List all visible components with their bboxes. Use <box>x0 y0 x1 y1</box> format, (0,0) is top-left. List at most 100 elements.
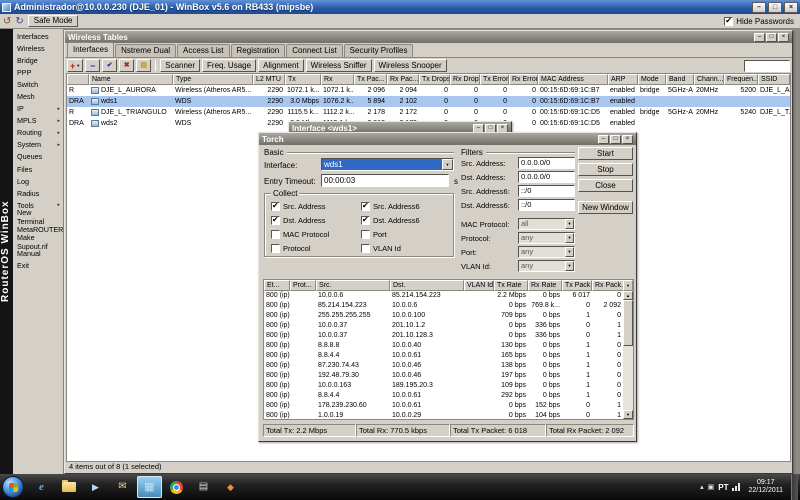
torch-row[interactable]: 800 (ip) 8.8.4.4 10.0.0.61 165 bps 0 bps… <box>264 351 623 361</box>
sidebar-item[interactable]: PPP ▸ <box>13 66 63 78</box>
column-header[interactable]: Tx <box>285 74 321 85</box>
column-header[interactable]: Rx Rate <box>528 280 562 291</box>
collect-checkbox[interactable]: ✔ VLAN Id <box>361 244 420 253</box>
torch-row[interactable]: 800 (ip) 10.0.0.6 85.214.154.223 2.2 Mbp… <box>264 291 623 301</box>
app-titlebar[interactable]: Administrador@10.0.0.230 (DJE_01) - WinB… <box>0 0 800 14</box>
start-button[interactable] <box>2 476 24 498</box>
sidebar-item[interactable]: Switch ▸ <box>13 78 63 90</box>
torch-row[interactable]: 800 (ip) 8.8.4.4 10.0.0.61 292 bps 0 bps… <box>264 391 623 401</box>
maximize-button[interactable]: □ <box>766 33 777 42</box>
filter-field[interactable]: 0.0.0.0/0 ▼ <box>518 157 575 169</box>
taskbar-app[interactable]: ◆ <box>218 476 243 498</box>
tab[interactable]: Registration <box>231 44 286 57</box>
dropdown-arrow-icon[interactable]: ▼ <box>565 261 574 271</box>
action-button[interactable]: Stop <box>578 163 633 176</box>
collect-checkbox[interactable]: ✔ Dst. Address <box>271 216 329 225</box>
tab[interactable]: Nstreme Dual <box>115 44 176 57</box>
column-header[interactable]: ARP <box>608 74 638 85</box>
column-header[interactable]: Band <box>666 74 694 85</box>
filter-field[interactable]: ::/0 ▼ <box>518 199 575 211</box>
remove-icon[interactable]: − ▼ <box>85 59 100 72</box>
toolbar-button[interactable]: Scanner <box>160 59 200 72</box>
torch-row[interactable]: 800 (ip) 85.214.154.223 10.0.0.6 0 bps 7… <box>264 301 623 311</box>
action-button[interactable]: Start <box>578 147 633 160</box>
collect-checkbox[interactable]: ✔ Protocol <box>271 244 329 253</box>
collect-checkbox[interactable]: ✔ Src. Address <box>271 202 329 211</box>
sidebar-item[interactable]: Exit ▸ <box>13 260 63 272</box>
sidebar-item[interactable]: New Terminal ▸ <box>13 211 63 223</box>
column-header[interactable]: Tx Pac... <box>354 74 387 85</box>
torch-row[interactable]: 800 (ip) 255.255.255.255 10.0.0.100 709 … <box>264 311 623 321</box>
interface-combobox[interactable]: wds1 ▼ <box>321 158 454 171</box>
enable-icon[interactable]: ✔ ▼ <box>102 59 117 72</box>
dropdown-arrow-icon[interactable]: ▼ <box>565 219 574 229</box>
safe-mode-button[interactable]: Safe Mode <box>28 15 79 27</box>
sidebar-item[interactable]: Interfaces ▸ <box>13 30 63 42</box>
sidebar-item[interactable]: Wireless ▸ <box>13 42 63 54</box>
taskbar-app[interactable]: ✉ <box>110 476 135 498</box>
column-header[interactable]: Chann... <box>694 74 724 85</box>
maximize-button[interactable]: □ <box>768 2 782 13</box>
scroll-up-icon[interactable]: ▲ <box>623 291 633 300</box>
comment-icon[interactable]: ▤ ▼ <box>136 59 151 72</box>
toolbar-button[interactable]: Wireless Snooper <box>374 59 447 72</box>
sidebar-item[interactable]: Make Supout.rif ▸ <box>13 236 63 248</box>
dropdown-arrow-icon[interactable]: ▼ <box>565 247 574 257</box>
column-header[interactable]: Name <box>89 74 173 85</box>
clock[interactable]: 09:17 22/12/2011 <box>748 479 783 495</box>
vertical-scrollbar[interactable]: ▲ ▼ <box>623 291 633 419</box>
sidebar-item[interactable]: Queues ▸ <box>13 151 63 163</box>
taskbar-app[interactable]: ▶ <box>83 476 108 498</box>
column-header[interactable]: Src. <box>316 280 390 291</box>
dropdown-arrow-icon[interactable]: ▼ <box>442 159 453 170</box>
tab[interactable]: Interfaces <box>67 42 114 57</box>
column-header[interactable]: Et... <box>264 280 290 291</box>
disable-icon[interactable]: ✖ ▼ <box>119 59 134 72</box>
taskbar-app[interactable]: ▦ <box>137 476 162 498</box>
table-row[interactable]: R DJE_L_AURORA Wireless (Atheros AR5... … <box>67 85 790 96</box>
tab[interactable]: Access List <box>177 44 229 57</box>
column-header[interactable]: Tx Pack... <box>562 280 592 291</box>
toolbar-button[interactable]: Wireless Sniffer <box>306 59 372 72</box>
sidebar-item[interactable]: Routing ▸ <box>13 127 63 139</box>
maximize-button[interactable]: □ <box>610 135 621 144</box>
scroll-down-icon[interactable]: ▼ <box>623 410 633 419</box>
table-row[interactable]: DRA wds1 WDS 2290 3.0 Mbps 1076.2 k... 5… <box>67 96 790 107</box>
torch-row[interactable]: 800 (ip) 10.0.0.37 201.10.128.3 0 bps 33… <box>264 331 623 341</box>
column-config-icon[interactable]: ▼ <box>623 280 633 291</box>
sidebar-item[interactable]: IP ▸ <box>13 103 63 115</box>
add-icon[interactable]: + ▼ <box>67 59 83 72</box>
action-button[interactable]: New Window <box>578 201 633 214</box>
show-hidden-icons-arrow[interactable]: ▴ <box>700 483 704 491</box>
filter-field[interactable]: 0.0.0.0/0 ▼ <box>518 171 575 183</box>
collect-checkbox[interactable]: ✔ Src. Address6 <box>361 202 420 211</box>
minimize-button[interactable]: – <box>754 33 765 42</box>
column-header[interactable]: Dst. <box>390 280 464 291</box>
torch-row[interactable]: 800 (ip) 10.0.0.37 201.10.1.2 0 bps 336 … <box>264 321 623 331</box>
sidebar-item[interactable]: Bridge ▸ <box>13 54 63 66</box>
network-icon[interactable] <box>732 483 740 491</box>
close-button[interactable]: × <box>622 135 633 144</box>
tab[interactable]: Connect List <box>286 44 342 57</box>
collect-checkbox[interactable]: ✔ Dst. Address6 <box>361 216 420 225</box>
toolbar-button[interactable]: Freq. Usage <box>202 59 256 72</box>
column-header[interactable]: Rx Errors <box>509 74 538 85</box>
scrollbar-track[interactable] <box>623 346 633 410</box>
entry-timeout-input[interactable]: 00:00:03 <box>321 174 449 187</box>
column-header[interactable]: Tx Rate <box>494 280 528 291</box>
column-header[interactable]: Prot... <box>290 280 316 291</box>
column-header[interactable]: Frequen... <box>724 74 758 85</box>
filter-field[interactable]: any ▼ <box>518 260 575 272</box>
minimize-button[interactable]: – <box>598 135 609 144</box>
scrollbar-thumb[interactable] <box>623 300 633 346</box>
filter-field[interactable]: any ▼ <box>518 246 575 258</box>
action-button[interactable]: Close <box>578 179 633 192</box>
close-button[interactable]: × <box>784 2 798 13</box>
hide-passwords-checkbox[interactable]: ✔ <box>724 17 733 26</box>
torch-row[interactable]: 800 (ip) 1.0.0.19 10.0.0.29 0 bps 104 bp… <box>264 411 623 421</box>
minimize-button[interactable]: – <box>752 2 766 13</box>
torch-titlebar[interactable]: Torch – □ × <box>259 133 636 145</box>
tab[interactable]: Security Profiles <box>344 44 414 57</box>
language-indicator[interactable]: PT <box>718 483 728 492</box>
show-desktop-button[interactable] <box>791 474 798 500</box>
